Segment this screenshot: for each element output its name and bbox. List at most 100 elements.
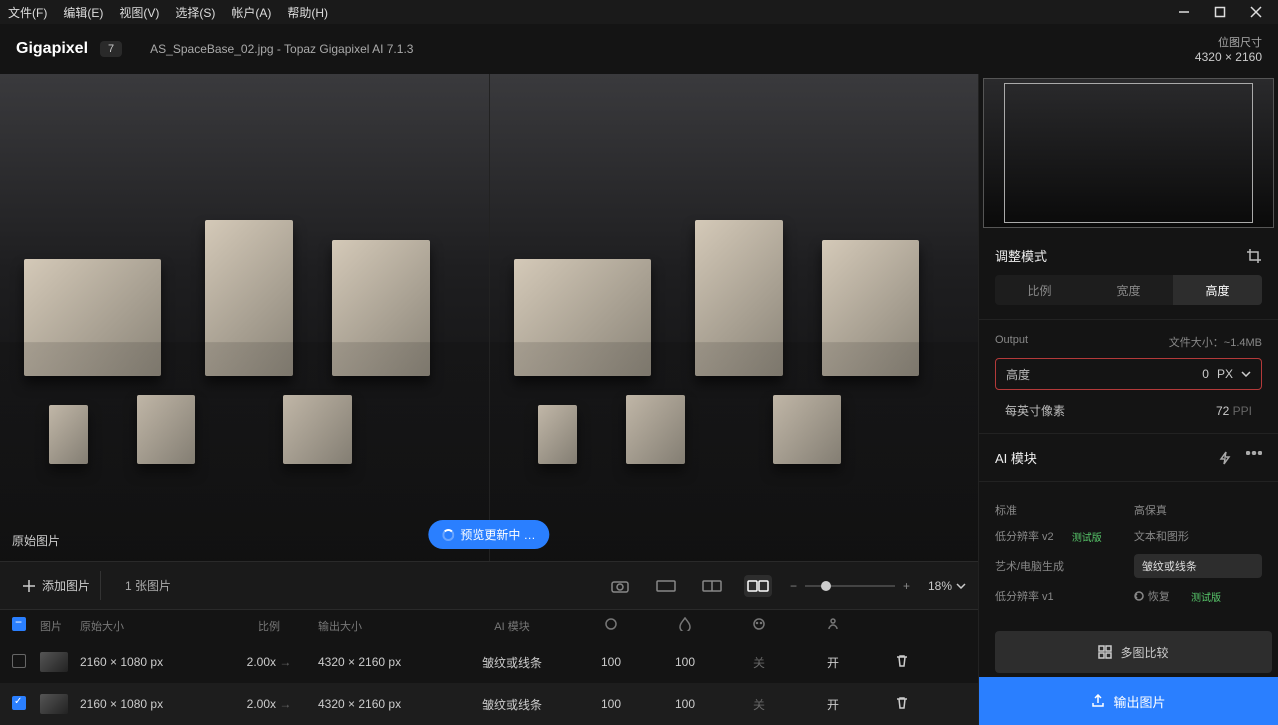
window-minimize-icon[interactable] xyxy=(1178,6,1190,18)
model-artcg[interactable]: 艺术/电脑生成 xyxy=(995,558,1123,574)
zoom-value-dropdown[interactable]: 18% xyxy=(928,579,966,593)
zoom-slider[interactable]: − + xyxy=(790,579,910,593)
navigator-thumbnail[interactable] xyxy=(983,78,1274,228)
thumbnail xyxy=(40,652,68,672)
export-button[interactable]: 输出图片 xyxy=(979,677,1278,725)
plus-icon xyxy=(22,579,36,593)
thumbnail xyxy=(40,694,68,714)
col-outsize: 输出大小 xyxy=(318,618,448,634)
circle-icon xyxy=(604,617,618,631)
menu-select[interactable]: 选择(S) xyxy=(175,4,215,21)
compare-label: 多图比较 xyxy=(1120,644,1168,661)
height-value: 0 xyxy=(1202,367,1209,381)
image-count: 1 张图片 xyxy=(125,577,171,594)
row-c1: 关 xyxy=(724,654,794,671)
resize-mode-label: 调整模式 xyxy=(995,246,1047,265)
row-model: 皱纹或线条 xyxy=(452,696,572,713)
preview-original xyxy=(0,74,489,561)
trash-icon[interactable] xyxy=(895,654,909,668)
ppi-label: 每英寸像素 xyxy=(1005,402,1065,419)
row-outsize: 4320 × 2160 px xyxy=(318,655,448,669)
menu-file[interactable]: 文件(F) xyxy=(8,4,47,21)
row-c2: 开 xyxy=(798,696,868,713)
height-input[interactable]: 高度 0 PX xyxy=(995,358,1262,390)
model-restore[interactable]: 恢复 测试版 xyxy=(1134,588,1262,604)
chevron-down-icon[interactable] xyxy=(1241,371,1251,377)
trash-icon[interactable] xyxy=(895,696,909,710)
height-unit: PX xyxy=(1217,367,1233,381)
resize-mode-segments[interactable]: 比例 宽度 高度 xyxy=(995,275,1262,305)
person-icon xyxy=(826,617,840,631)
ppi-value: 72 xyxy=(1216,404,1229,418)
model-wrinkles[interactable]: 皱纹或线条 xyxy=(1134,554,1262,578)
compare-icon xyxy=(1098,645,1112,659)
view-single-icon[interactable] xyxy=(652,575,680,597)
zoom-out-icon[interactable]: − xyxy=(790,579,797,593)
more-icon[interactable] xyxy=(1246,451,1262,455)
menu-view[interactable]: 视图(V) xyxy=(119,4,159,21)
seg-width[interactable]: 宽度 xyxy=(1084,275,1173,305)
seg-ratio[interactable]: 比例 xyxy=(995,275,1084,305)
table-row[interactable]: 2160 × 1080 px 2.00x → 4320 × 2160 px 皱纹… xyxy=(0,641,978,683)
row-outsize: 4320 × 2160 px xyxy=(318,697,448,711)
window-close-icon[interactable] xyxy=(1250,6,1262,18)
bitmap-size-value: 4320 × 2160 xyxy=(1195,50,1262,64)
model-textgraphic[interactable]: 文本和图形 xyxy=(1134,528,1262,544)
preview-status-text: 预览更新中 … xyxy=(460,526,535,543)
view-sidebyside-icon[interactable] xyxy=(744,575,772,597)
chevron-down-icon xyxy=(956,583,966,589)
window-maximize-icon[interactable] xyxy=(1214,6,1226,18)
row-checkbox[interactable] xyxy=(12,654,26,668)
preview-panel: 原始图片 预览更新中 … 添加图片 1 张图片 − xyxy=(0,74,978,725)
menubar: 文件(F) 编辑(E) 视图(V) 选择(S) 帐户(A) 帮助(H) xyxy=(0,0,1278,24)
bitmap-size-label: 位图尺寸 xyxy=(1195,34,1262,50)
side-panel: 调整模式 比例 宽度 高度 Output 文件大小：~1.4MB 高度 0 PX xyxy=(978,74,1278,725)
row-v1: 100 xyxy=(576,655,646,669)
titlebar: Gigapixel 7 AS_SpaceBase_02.jpg - Topaz … xyxy=(0,24,1278,74)
table-row[interactable]: 2160 × 1080 px 2.00x → 4320 × 2160 px 皱纹… xyxy=(0,683,978,725)
app-name: Gigapixel xyxy=(16,40,88,58)
table-header: 图片 原始大小 比例 输出大小 AI 模块 xyxy=(0,609,978,641)
zoom-in-icon[interactable]: + xyxy=(903,579,910,593)
height-label: 高度 xyxy=(1006,366,1030,383)
preview-processed xyxy=(489,74,979,561)
row-origsize: 2160 × 1080 px xyxy=(80,697,220,711)
menu-help[interactable]: 帮助(H) xyxy=(287,4,328,21)
compare-button[interactable]: 多图比较 xyxy=(995,631,1272,673)
restore-icon xyxy=(1134,591,1144,601)
select-all-checkbox[interactable] xyxy=(12,617,26,631)
original-label: 原始图片 xyxy=(12,532,60,549)
add-image-label: 添加图片 xyxy=(42,577,90,594)
seg-height[interactable]: 高度 xyxy=(1173,275,1262,305)
droplet-icon xyxy=(678,617,692,631)
menu-edit[interactable]: 编辑(E) xyxy=(63,4,103,21)
filesize-value: ~1.4MB xyxy=(1224,337,1262,349)
col-aimodel: AI 模块 xyxy=(452,618,572,634)
row-v1: 100 xyxy=(576,697,646,711)
row-v2: 100 xyxy=(650,697,720,711)
lightning-icon[interactable] xyxy=(1218,451,1232,465)
row-scale: 2.00x xyxy=(247,655,276,669)
toolbar: 添加图片 1 张图片 − + 18% xyxy=(0,561,978,609)
crop-icon[interactable] xyxy=(1246,248,1262,264)
camera-icon[interactable] xyxy=(606,575,634,597)
export-label: 输出图片 xyxy=(1113,692,1165,711)
add-image-button[interactable]: 添加图片 xyxy=(12,571,101,600)
model-standard[interactable]: 标准 xyxy=(995,502,1123,518)
filesize-label: 文件大小： xyxy=(1169,337,1224,349)
menu-account[interactable]: 帐户(A) xyxy=(231,4,271,21)
zoom-value: 18% xyxy=(928,579,952,593)
output-label: Output xyxy=(995,334,1028,350)
row-checkbox[interactable] xyxy=(12,696,26,710)
row-v2: 100 xyxy=(650,655,720,669)
model-lowresv2[interactable]: 低分辨率 v2 测试版 xyxy=(995,528,1123,544)
row-c2: 开 xyxy=(798,654,868,671)
row-model: 皱纹或线条 xyxy=(452,654,572,671)
view-split-icon[interactable] xyxy=(698,575,726,597)
preview-comparison[interactable]: 原始图片 预览更新中 … xyxy=(0,74,978,561)
model-hifi[interactable]: 高保真 xyxy=(1134,502,1262,518)
ppi-unit: PPI xyxy=(1233,404,1252,418)
row-scale: 2.00x xyxy=(247,697,276,711)
preview-status: 预览更新中 … xyxy=(428,520,549,549)
model-lowresv1[interactable]: 低分辨率 v1 xyxy=(995,588,1123,604)
